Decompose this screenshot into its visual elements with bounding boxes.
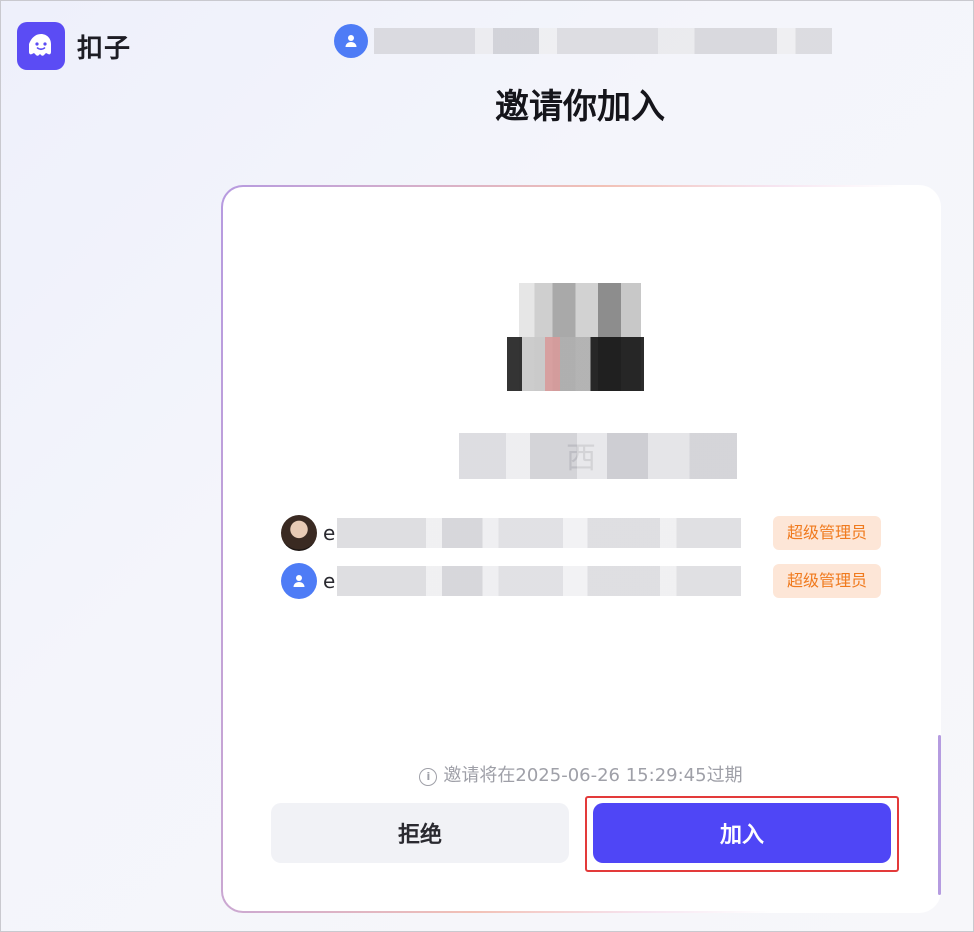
role-badge: 超级管理员 (772, 516, 881, 550)
expire-notice: i 邀请将在2025-06-26 15:29:45过期 (223, 761, 939, 787)
team-avatar (507, 283, 659, 391)
role-badge: 超级管理员 (772, 564, 881, 598)
join-button[interactable]: 加入 (593, 803, 891, 863)
ghost-icon (17, 22, 65, 70)
member-name-redacted (337, 566, 742, 596)
invite-card: 西 e 超级管理员 e 超级管理员 i邀请将在2025-06-26 15:29:… (221, 185, 941, 913)
user-icon (281, 563, 317, 599)
page-title: 邀请你加入 (495, 87, 665, 127)
user-icon (334, 24, 368, 58)
info-icon: i (419, 768, 438, 786)
member-name-initial: e (323, 569, 336, 593)
avatar (281, 515, 317, 551)
user-name-redacted (374, 28, 832, 54)
brand-name: 扣子 (77, 33, 132, 64)
brand[interactable]: 扣子 (17, 22, 131, 70)
expire-text: 邀请将在2025-06-26 15:29:45过期 (443, 765, 743, 786)
member-name-redacted (337, 518, 742, 548)
member-name-initial: e (323, 521, 336, 545)
current-user[interactable] (334, 24, 832, 58)
team-name-redacted (441, 433, 737, 479)
member-row: e 超级管理员 (281, 563, 881, 599)
decline-button[interactable]: 拒绝 (271, 803, 569, 863)
member-row: e 超级管理员 (281, 515, 881, 551)
